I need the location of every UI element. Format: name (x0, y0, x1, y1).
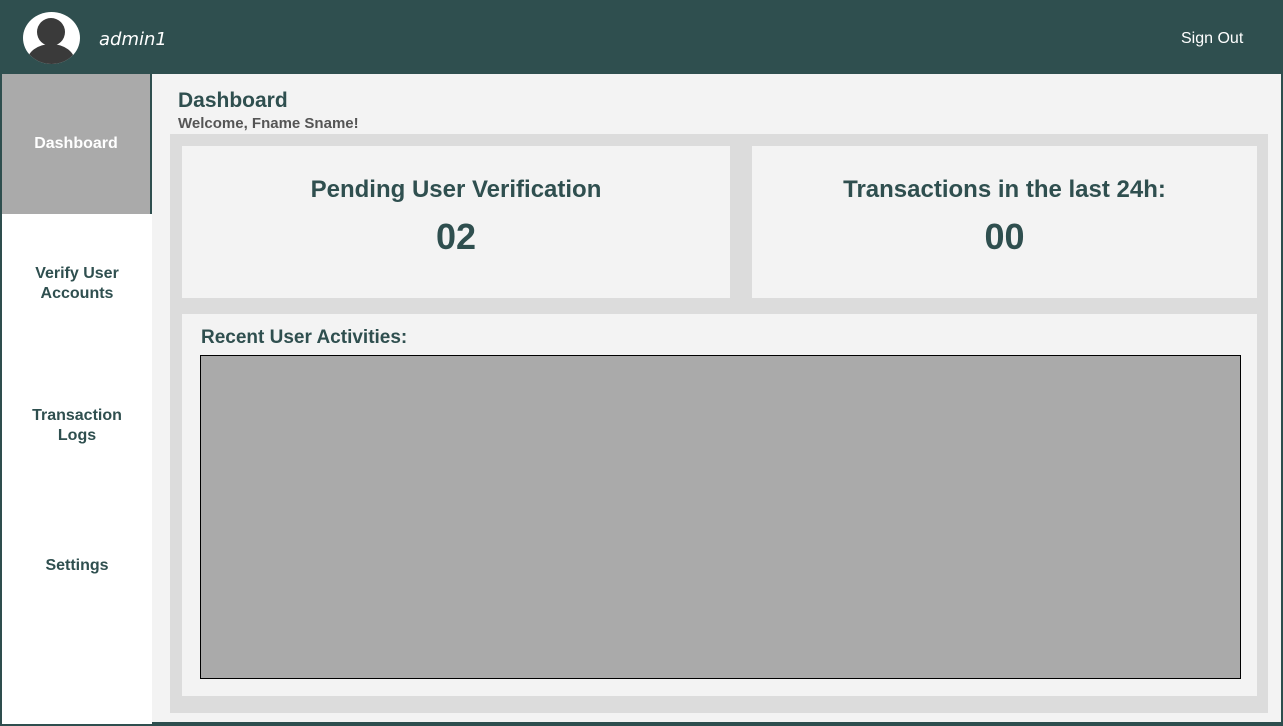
page-title: Dashboard (178, 89, 288, 112)
sidebar-item-verify-user-accounts[interactable]: Verify User Accounts (2, 254, 152, 314)
sign-out-button[interactable]: Sign Out (1181, 30, 1243, 48)
card-value: 02 (435, 216, 477, 257)
sidebar-item-dashboard[interactable]: Dashboard (2, 74, 152, 214)
card-value: 00 (984, 216, 1025, 257)
avatar-body (27, 44, 75, 64)
dashboard-content: Pending User Verification 02 Transaction… (170, 134, 1268, 713)
card-label: Pending User Verification (310, 176, 602, 203)
avatar-icon[interactable] (23, 12, 80, 64)
transactions-card: Transactions in the last 24h: 00 (752, 146, 1257, 298)
card-label: Transactions in the last 24h: (843, 176, 1166, 203)
username-label: admin1 (99, 29, 167, 50)
sidebar-item-settings[interactable]: Settings (2, 546, 152, 586)
sidebar-item-label: Transaction Logs (32, 407, 122, 444)
avatar-head (37, 18, 65, 46)
sidebar: Dashboard Verify User Accounts Transacti… (2, 74, 152, 724)
recent-activities-panel: Recent User Activities: (182, 314, 1257, 696)
app-window: admin1 Sign Out Dashboard Verify User Ac… (0, 0, 1283, 726)
pending-verification-card: Pending User Verification 02 (182, 146, 730, 298)
sidebar-item-label: Settings (45, 557, 109, 574)
activities-list[interactable] (200, 355, 1241, 679)
top-bar: admin1 Sign Out (0, 0, 1283, 74)
sidebar-item-transaction-logs[interactable]: Transaction Logs (2, 396, 152, 456)
sidebar-item-label: Verify User Accounts (35, 265, 119, 302)
welcome-message: Welcome, Fname Sname! (178, 115, 359, 132)
activities-title: Recent User Activities: (201, 327, 408, 348)
main-content: Dashboard Welcome, Fname Sname! Pending … (152, 74, 1281, 722)
sidebar-item-label: Dashboard (34, 135, 118, 152)
